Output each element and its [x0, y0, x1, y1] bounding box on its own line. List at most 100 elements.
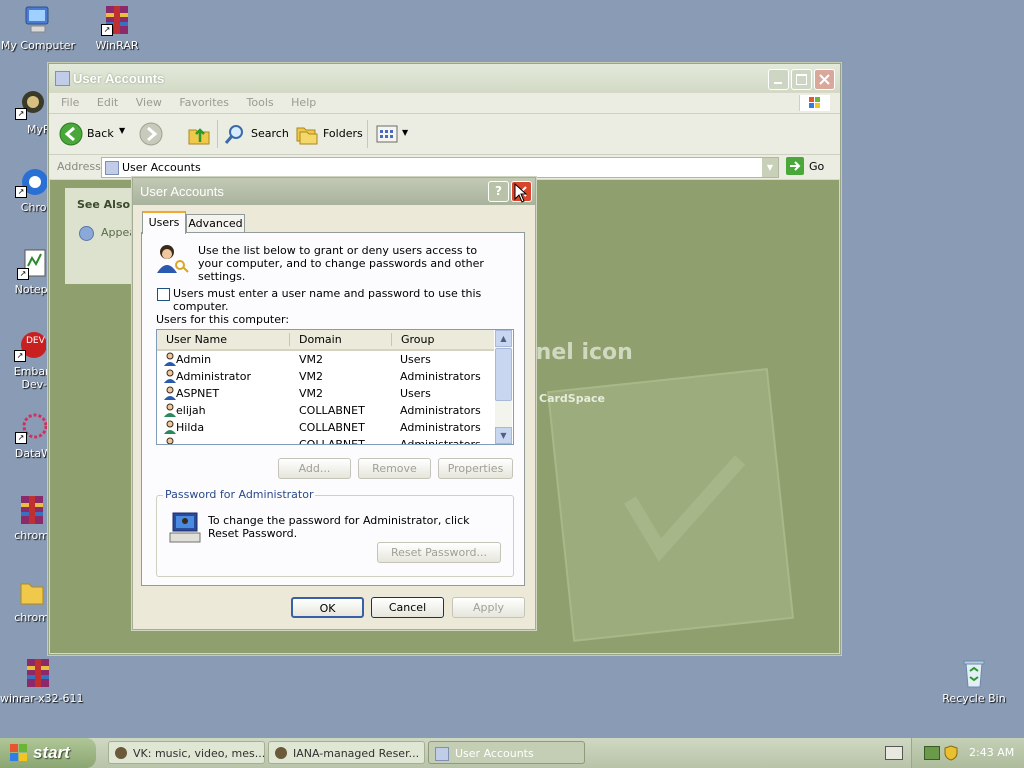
maximize-button[interactable]: [791, 69, 812, 90]
close-button[interactable]: [814, 69, 835, 90]
users-list[interactable]: User Name Domain Group Admin VM2 Users A…: [156, 329, 514, 445]
list-item[interactable]: Administrator VM2 Administrators: [162, 368, 492, 385]
menu-edit[interactable]: Edit: [90, 93, 125, 112]
require-password-label[interactable]: Users must enter a user name and passwor…: [173, 287, 524, 313]
list-item[interactable]: Hilda COLLABNET Administrators: [162, 419, 492, 436]
list-item[interactable]: Admin VM2 Users: [162, 351, 492, 368]
control-panel-icon: [435, 747, 449, 761]
forward-button[interactable]: [139, 122, 175, 146]
svg-text:DEV: DEV: [26, 336, 46, 346]
menu-help[interactable]: Help: [284, 93, 323, 112]
scroll-up-icon[interactable]: ▲: [495, 330, 512, 347]
properties-button[interactable]: Properties: [438, 458, 513, 479]
windows-logo-icon: [799, 95, 830, 111]
views-button[interactable]: ▼: [375, 122, 411, 146]
desktop-icon-label: WinRAR: [95, 39, 139, 52]
user-group: Users: [400, 353, 431, 366]
mypal-icon: ↗: [15, 88, 47, 120]
menu-file[interactable]: File: [49, 93, 86, 112]
taskbar-item-iana[interactable]: IANA-managed Reser...: [268, 741, 425, 764]
scroll-thumb[interactable]: [495, 348, 512, 401]
domain-user-icon: [166, 437, 174, 444]
up-folder-button[interactable]: [187, 122, 211, 146]
add-user-button[interactable]: Add...: [278, 458, 351, 479]
back-button[interactable]: Back ▼: [59, 122, 129, 146]
reset-password-button[interactable]: Reset Password...: [377, 542, 501, 563]
taskbar-item-label: VK: music, video, mes...: [133, 747, 265, 760]
list-scrollbar[interactable]: ▲ ▼: [495, 330, 512, 444]
apply-button[interactable]: Apply: [452, 597, 525, 618]
cardspace-link[interactable]: CardSpace: [539, 392, 605, 405]
user-group: Administrators: [400, 421, 481, 434]
user-group: Administrators: [400, 370, 481, 383]
menu-favorites[interactable]: Favorites: [172, 93, 236, 112]
list-item[interactable]: COLLABNET Administrators: [162, 436, 492, 445]
intro-text: Use the list below to grant or deny user…: [198, 244, 484, 283]
tab-users-label: Users: [148, 216, 180, 229]
user-name: elijah: [176, 404, 206, 417]
tab-advanced[interactable]: Advanced: [186, 214, 245, 233]
list-header: User Name Domain Group: [157, 330, 494, 351]
users-keys-icon: [157, 245, 189, 273]
explorer-title-bar[interactable]: User Accounts: [49, 64, 840, 92]
control-panel-icon: [55, 71, 70, 86]
network-icon[interactable]: [924, 746, 940, 760]
desktop-icon-label: My Computer: [0, 39, 76, 52]
desktop-icon-recycle-bin[interactable]: Recycle Bin: [936, 657, 1012, 705]
password-instructions: To change the password for Administrator…: [208, 514, 470, 540]
column-divider: [289, 333, 290, 346]
password-group-title: Password for Administrator: [163, 488, 316, 501]
search-button[interactable]: Search: [223, 122, 289, 146]
explorer-title: User Accounts: [73, 71, 165, 86]
embarcadero-icon: DEV ↗: [14, 330, 47, 362]
desktop-icon-my-computer[interactable]: My Computer: [0, 4, 76, 52]
dialog-title-bar[interactable]: User Accounts ?: [133, 178, 535, 205]
folders-label: Folders: [323, 127, 363, 140]
minimize-button[interactable]: [768, 69, 789, 90]
address-bar: Address User Accounts ▼ Go: [49, 155, 840, 179]
scroll-down-icon[interactable]: ▼: [495, 427, 512, 444]
user-icon: [164, 352, 176, 366]
address-input[interactable]: User Accounts ▼: [101, 157, 779, 178]
address-dropdown-icon[interactable]: ▼: [762, 158, 778, 177]
column-group[interactable]: Group: [401, 333, 435, 346]
help-button[interactable]: ?: [488, 181, 509, 202]
winrar-installer-icon: [22, 657, 54, 689]
shortcut-arrow-icon: ↗: [15, 432, 27, 444]
column-user-name[interactable]: User Name: [166, 333, 227, 346]
security-shield-icon[interactable]: [944, 745, 958, 761]
menu-view[interactable]: View: [129, 93, 169, 112]
taskbar-item-vk[interactable]: VK: music, video, mes...: [108, 741, 265, 764]
folders-button[interactable]: Folders: [295, 122, 363, 146]
clock: 2:43 AM: [969, 746, 1015, 759]
require-password-checkbox[interactable]: [157, 288, 170, 301]
list-item[interactable]: elijah COLLABNET Administrators: [162, 402, 492, 419]
user-group: Administrators: [400, 404, 481, 417]
keyboard-icon[interactable]: [885, 746, 903, 760]
shortcut-arrow-icon: ↗: [14, 350, 26, 362]
menu-tools[interactable]: Tools: [240, 93, 281, 112]
tab-users[interactable]: Users: [142, 211, 186, 234]
address-label: Address: [57, 160, 101, 173]
shortcut-arrow-icon: ↗: [15, 108, 27, 120]
back-dropdown-icon: ▼: [119, 126, 126, 135]
user-domain: COLLABNET: [299, 438, 365, 445]
shortcut-arrow-icon: ↗: [17, 268, 29, 280]
cancel-button[interactable]: Cancel: [371, 597, 444, 618]
go-button[interactable]: Go: [785, 157, 829, 176]
ok-button[interactable]: OK: [291, 597, 364, 618]
remove-user-button[interactable]: Remove: [358, 458, 431, 479]
shortcut-arrow-icon: ↗: [15, 186, 27, 198]
desktop-icon-winrar-installer[interactable]: winrar-x32-611: [0, 657, 84, 705]
user-domain: VM2: [299, 353, 324, 366]
list-item[interactable]: ASPNET VM2 Users: [162, 385, 492, 402]
back-label: Back: [87, 127, 114, 140]
column-domain[interactable]: Domain: [299, 333, 342, 346]
start-button[interactable]: start: [0, 738, 96, 768]
desktop-icon-winrar[interactable]: ↗ WinRAR: [79, 4, 155, 52]
desktop-icon-label: winrar-x32-611: [0, 692, 84, 705]
winrar-icon: ↗: [101, 4, 133, 36]
mouse-cursor-icon: [514, 183, 528, 203]
taskbar-item-user-accounts[interactable]: User Accounts: [428, 741, 585, 764]
appearance-icon: [79, 226, 94, 241]
